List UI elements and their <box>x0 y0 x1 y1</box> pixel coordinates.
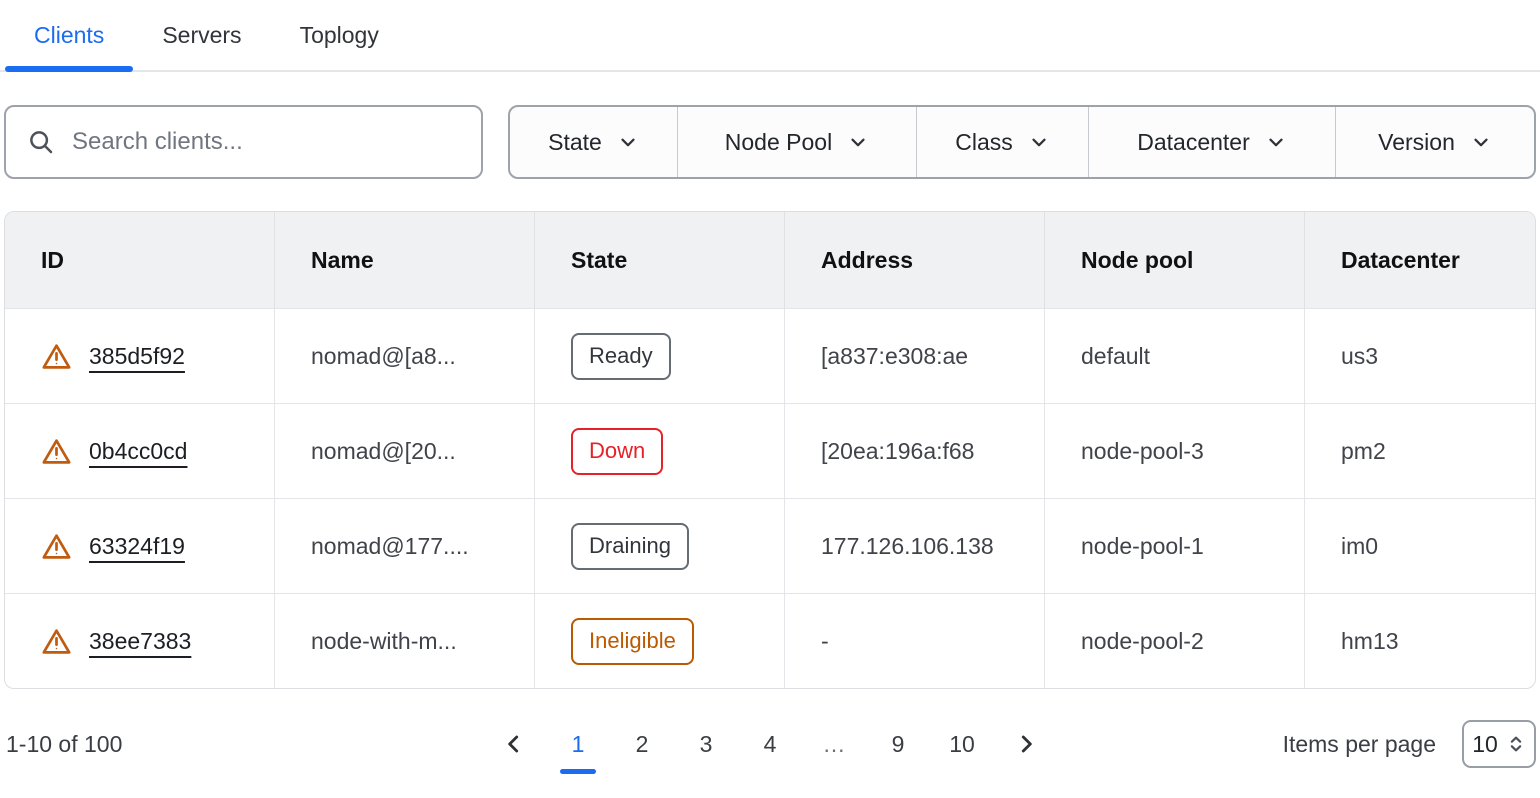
table-row: 385d5f92 nomad@[a8... Ready [a837:e308:a… <box>5 308 1535 403</box>
items-per-page: Items per page 10 <box>1283 720 1536 768</box>
column-header-node-pool: Node pool <box>1044 212 1304 308</box>
filter-node-pool-label: Node Pool <box>725 129 832 156</box>
table-row: 38ee7383 node-with-m... Ineligible - nod… <box>5 593 1535 688</box>
client-datacenter: us3 <box>1304 309 1535 403</box>
filter-datacenter-label: Datacenter <box>1137 129 1250 156</box>
chevron-down-icon <box>1470 131 1492 153</box>
filter-version[interactable]: Version <box>1335 107 1534 177</box>
client-node-pool: node-pool-1 <box>1044 499 1304 593</box>
search-box[interactable] <box>4 105 483 179</box>
table-row: 0b4cc0cd nomad@[20... Down [20ea:196a:f6… <box>5 403 1535 498</box>
state-badge: Draining <box>571 523 689 570</box>
tab-clients-label: Clients <box>34 22 104 49</box>
clients-table: ID Name State Address Node pool Datacent… <box>4 211 1536 689</box>
client-address: [a837:e308:ae <box>784 309 1044 403</box>
client-id-link[interactable]: 385d5f92 <box>89 343 185 370</box>
items-per-page-select[interactable]: 10 <box>1462 720 1536 768</box>
filter-group: State Node Pool Class Datacenter Version <box>508 105 1536 179</box>
client-node-pool: node-pool-2 <box>1044 594 1304 688</box>
page-button-9[interactable]: 9 <box>866 731 930 758</box>
previous-page-button[interactable] <box>482 731 546 757</box>
client-name: node-with-m... <box>274 594 534 688</box>
page-button-2[interactable]: 2 <box>610 731 674 758</box>
page-button-4[interactable]: 4 <box>738 731 802 758</box>
search-icon <box>26 127 56 157</box>
client-id-link[interactable]: 63324f19 <box>89 533 185 560</box>
client-address: - <box>784 594 1044 688</box>
client-address: [20ea:196a:f68 <box>784 404 1044 498</box>
state-badge: Down <box>571 428 663 475</box>
tab-topology-label: Toplogy <box>300 22 379 49</box>
client-datacenter: im0 <box>1304 499 1535 593</box>
client-id-link[interactable]: 38ee7383 <box>89 628 191 655</box>
warning-icon <box>41 531 72 562</box>
column-header-datacenter: Datacenter <box>1304 212 1535 308</box>
search-input[interactable] <box>72 128 461 156</box>
client-name: nomad@[20... <box>274 404 534 498</box>
chevron-down-icon <box>847 131 869 153</box>
filter-node-pool[interactable]: Node Pool <box>677 107 916 177</box>
stepper-icon <box>1506 733 1526 755</box>
column-header-state: State <box>534 212 784 308</box>
client-id-link[interactable]: 0b4cc0cd <box>89 438 187 465</box>
pagination-bar: 1-10 of 100 1 2 3 4 … 9 10 Items per pag… <box>4 689 1536 798</box>
table-header-row: ID Name State Address Node pool Datacent… <box>5 212 1535 308</box>
client-name: nomad@177.... <box>274 499 534 593</box>
filter-state[interactable]: State <box>510 107 677 177</box>
table-row: 63324f19 nomad@177.... Draining 177.126.… <box>5 498 1535 593</box>
tab-servers[interactable]: Servers <box>133 0 270 70</box>
items-per-page-value: 10 <box>1472 731 1498 758</box>
filter-class-label: Class <box>955 129 1013 156</box>
chevron-down-icon <box>1028 131 1050 153</box>
state-badge: Ready <box>571 333 671 380</box>
filter-state-label: State <box>548 129 602 156</box>
items-per-page-label: Items per page <box>1283 731 1436 758</box>
column-header-address: Address <box>784 212 1044 308</box>
page-button-10[interactable]: 10 <box>930 731 994 758</box>
client-node-pool: node-pool-3 <box>1044 404 1304 498</box>
controls-row: State Node Pool Class Datacenter Version <box>4 105 1536 179</box>
warning-icon <box>41 436 72 467</box>
page-button-3[interactable]: 3 <box>674 731 738 758</box>
column-header-name: Name <box>274 212 534 308</box>
tab-topology[interactable]: Toplogy <box>271 0 408 70</box>
page-button-1[interactable]: 1 <box>546 731 610 758</box>
results-range-label: 1-10 of 100 <box>4 731 122 758</box>
chevron-left-icon <box>501 731 527 757</box>
client-node-pool: default <box>1044 309 1304 403</box>
pager: 1 2 3 4 … 9 10 <box>482 731 1058 758</box>
chevron-down-icon <box>1265 131 1287 153</box>
client-datacenter: pm2 <box>1304 404 1535 498</box>
chevron-down-icon <box>617 131 639 153</box>
tab-bar: Clients Servers Toplogy <box>0 0 1540 72</box>
filter-version-label: Version <box>1378 129 1455 156</box>
client-datacenter: hm13 <box>1304 594 1535 688</box>
chevron-right-icon <box>1013 731 1039 757</box>
column-header-id: ID <box>5 212 274 308</box>
state-badge: Ineligible <box>571 618 694 665</box>
next-page-button[interactable] <box>994 731 1058 757</box>
tab-servers-label: Servers <box>162 22 241 49</box>
filter-class[interactable]: Class <box>916 107 1088 177</box>
warning-icon <box>41 626 72 657</box>
warning-icon <box>41 341 72 372</box>
tab-clients[interactable]: Clients <box>5 0 133 70</box>
client-name: nomad@[a8... <box>274 309 534 403</box>
page-ellipsis: … <box>802 731 866 758</box>
client-address: 177.126.106.138 <box>784 499 1044 593</box>
filter-datacenter[interactable]: Datacenter <box>1088 107 1335 177</box>
